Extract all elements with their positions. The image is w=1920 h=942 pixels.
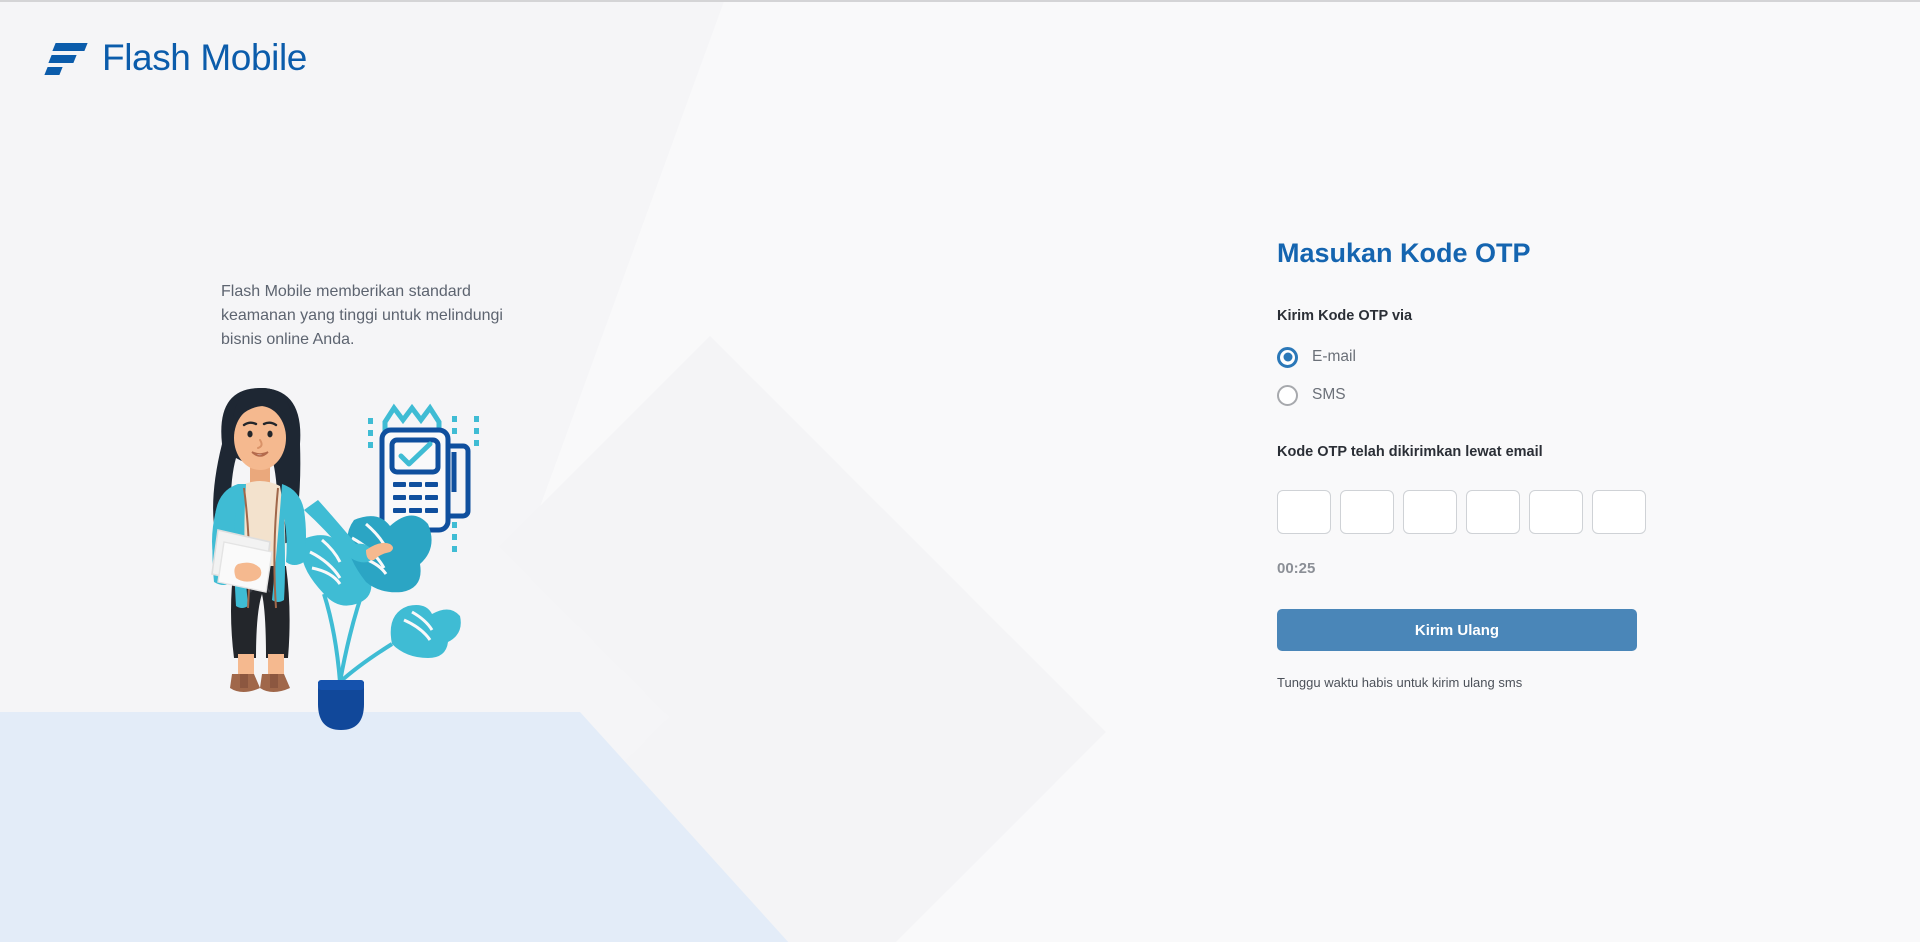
radio-label-email: E-mail [1312,348,1356,365]
tagline-text: Flash Mobile memberikan standard keamana… [221,283,503,348]
hero-illustration [200,382,600,832]
otp-digit-4[interactable] [1466,490,1520,534]
otp-page: Flash Mobile Flash Mobile memberikan sta… [0,2,1920,942]
otp-digit-2[interactable] [1340,490,1394,534]
page-title: Masukan Kode OTP [1277,238,1531,268]
illustration-svg [211,388,479,730]
otp-digit-6[interactable] [1592,490,1646,534]
radio-label-sms: SMS [1312,386,1346,403]
otp-channel-radio-group: E-mail SMS [1277,338,1657,414]
otp-digit-1[interactable] [1277,490,1331,534]
otp-form: Masukan Kode OTP Kirim Kode OTP via E-ma… [1277,236,1657,690]
channel-label: Kirim Kode OTP via [1277,308,1413,324]
brand-logo[interactable]: Flash Mobile [44,36,307,78]
otp-digit-5[interactable] [1529,490,1583,534]
resend-hint: Tunggu waktu habis untuk kirim ulang sms [1277,675,1523,690]
resend-button[interactable]: Kirim Ulang [1277,609,1637,651]
otp-input-group [1277,490,1657,534]
brand-name: Flash Mobile [102,36,307,78]
otp-sent-note: Kode OTP telah dikirimkan lewat email [1277,444,1543,460]
otp-digit-3[interactable] [1403,490,1457,534]
flash-f-logo-icon [44,38,88,76]
radio-option-email[interactable]: E-mail [1277,338,1657,376]
countdown-timer: 00:25 [1277,560,1316,577]
radio-selected-icon[interactable] [1277,346,1298,368]
radio-option-sms[interactable]: SMS [1277,376,1657,414]
radio-unselected-icon[interactable] [1277,384,1298,406]
